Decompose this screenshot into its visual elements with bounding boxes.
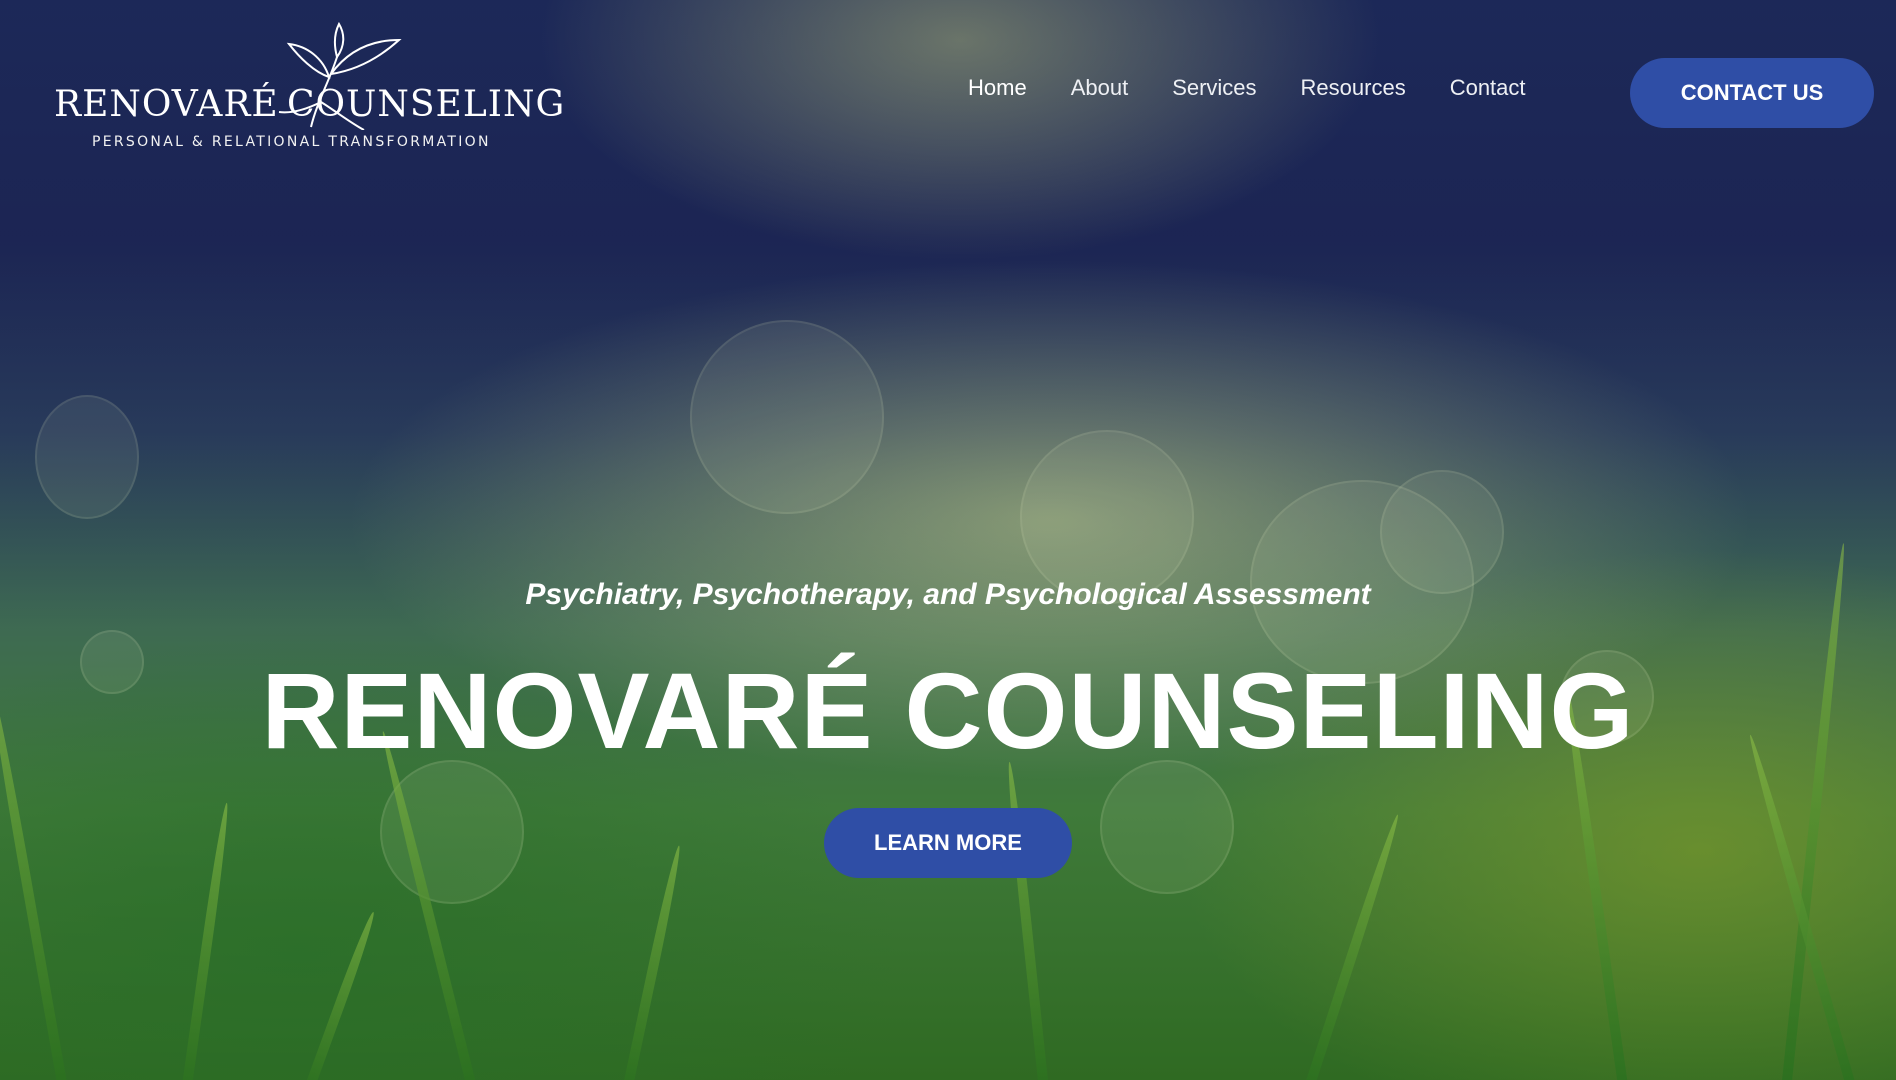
main-nav: Home About Services Resources Contact [968, 75, 1526, 101]
hero-subtitle: Psychiatry, Psychotherapy, and Psycholog… [525, 578, 1371, 611]
site-logo[interactable]: RENOVARÉ COUNSELING PERSONAL & RELATIONA… [54, 22, 564, 157]
hero-title: RENOVARÉ COUNSELING [261, 650, 1635, 771]
logo-name-right: COUNSELING [287, 84, 566, 125]
hero-section: RENOVARÉ COUNSELING PERSONAL & RELATIONA… [0, 0, 1896, 1080]
contact-us-button[interactable]: CONTACT US [1630, 58, 1874, 128]
nav-about[interactable]: About [1071, 75, 1129, 101]
nav-contact[interactable]: Contact [1450, 75, 1526, 101]
nav-home[interactable]: Home [968, 75, 1027, 101]
learn-more-button[interactable]: LEARN MORE [824, 808, 1072, 878]
logo-name-left: RENOVARÉ [54, 84, 279, 125]
logo-tagline: PERSONAL & RELATIONAL TRANSFORMATION [92, 134, 491, 150]
nav-resources[interactable]: Resources [1301, 75, 1406, 101]
nav-services[interactable]: Services [1172, 75, 1256, 101]
